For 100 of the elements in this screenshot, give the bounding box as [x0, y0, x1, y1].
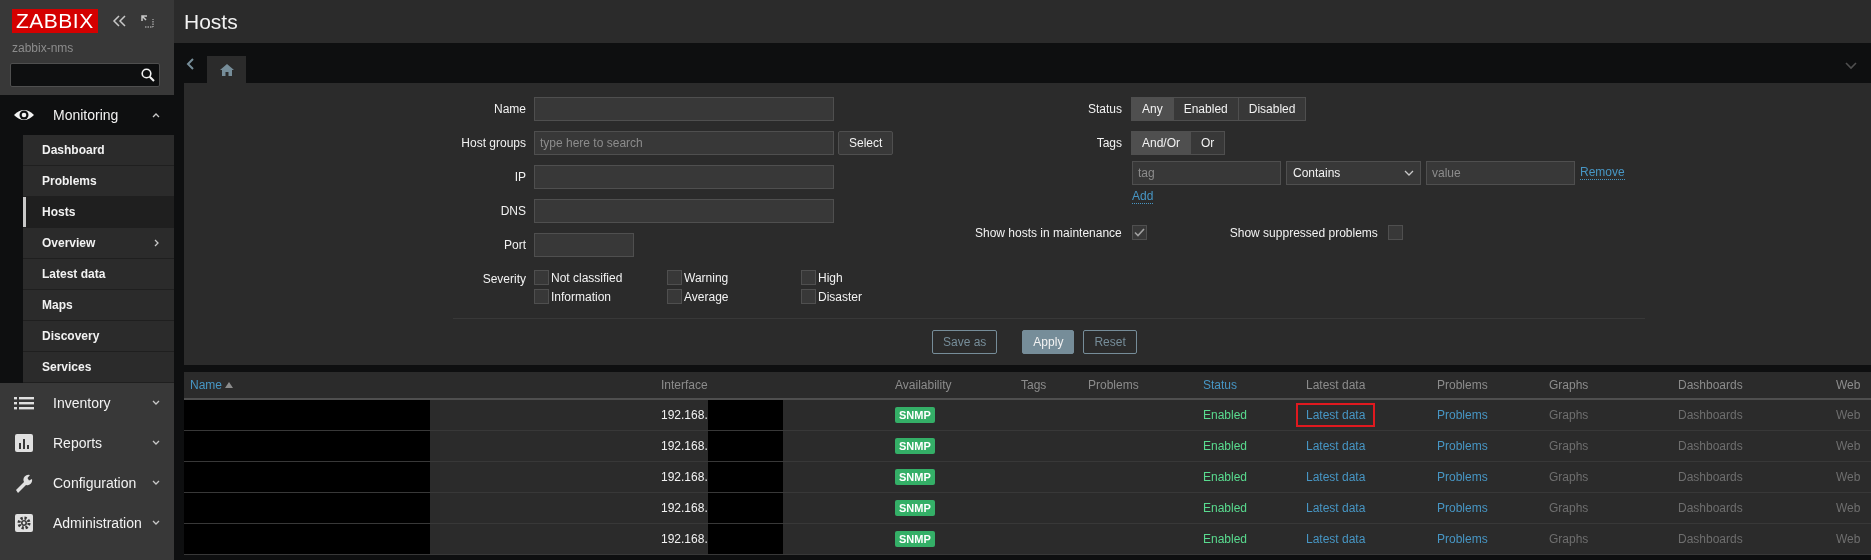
filter-button[interactable]: Apply	[1022, 330, 1075, 354]
status-link[interactable]: Enabled	[1203, 501, 1248, 515]
column-header: Availability	[895, 378, 952, 392]
column-header[interactable]: Name	[190, 378, 222, 392]
menu-item[interactable]: Inventory	[0, 383, 174, 423]
checkbox-label: Information	[551, 289, 612, 304]
availability-badge: SNMP	[895, 531, 935, 547]
submenu-item[interactable]: Problems	[23, 166, 174, 197]
column-header: Problems	[1088, 378, 1139, 392]
server-name: zabbix-nms	[12, 41, 74, 55]
menu-item[interactable]: Monitoring	[0, 95, 174, 135]
checkbox[interactable]	[1387, 225, 1403, 240]
input-field[interactable]	[534, 233, 634, 257]
table-link[interactable]: Problems	[1437, 408, 1488, 422]
status-link[interactable]: Enabled	[1203, 470, 1248, 484]
checkbox[interactable]	[801, 289, 816, 304]
field-label: Status	[1087, 101, 1122, 118]
segment-button[interactable]: Disabled	[1237, 97, 1307, 121]
field-label: Host groups	[461, 135, 526, 152]
checkbox[interactable]	[534, 270, 549, 285]
status-link[interactable]: Enabled	[1203, 439, 1248, 453]
submenu-item[interactable]: Hosts	[23, 197, 174, 228]
operator-dropdown[interactable]: Contains	[1286, 161, 1421, 185]
chevron-down-icon	[152, 520, 160, 526]
column-header: Graphs	[1549, 378, 1589, 392]
checkbox-label: Average	[684, 289, 729, 304]
checkbox[interactable]	[801, 270, 816, 285]
checkbox[interactable]	[534, 289, 549, 304]
checkbox[interactable]	[1131, 225, 1147, 240]
select-button[interactable]: Select	[838, 131, 894, 155]
input-field[interactable]	[534, 199, 834, 223]
table-link[interactable]: Latest data	[1298, 405, 1374, 425]
table-cell: 192.168.	[661, 470, 708, 484]
field-label: Severity	[482, 271, 526, 288]
chevron-down-icon	[152, 440, 160, 446]
filter-button[interactable]: Reset	[1083, 330, 1137, 354]
input-field[interactable]	[534, 165, 834, 189]
field-label: DNS	[500, 203, 526, 220]
chevron-down-icon	[152, 480, 160, 486]
field-label: Name	[494, 101, 526, 118]
search-field[interactable]	[10, 63, 160, 87]
filter-button[interactable]: Save as	[932, 330, 998, 354]
checkbox[interactable]	[667, 289, 682, 304]
status-link[interactable]: Enabled	[1203, 408, 1248, 422]
tag-field[interactable]: tag	[1132, 161, 1281, 185]
column-header: Tags	[1021, 378, 1047, 392]
submenu-item[interactable]: Discovery	[23, 321, 174, 352]
menu-item[interactable]: Configuration	[0, 463, 174, 503]
table-link[interactable]: Problems	[1437, 470, 1488, 484]
table-link[interactable]: Latest data	[1306, 532, 1366, 546]
checkbox-label: Not classified	[551, 270, 623, 285]
column-header[interactable]: Status	[1203, 378, 1238, 392]
submenu-item[interactable]: Dashboard	[23, 135, 174, 166]
chevron-left-icon[interactable]	[186, 58, 194, 70]
checkbox-label: High	[818, 270, 843, 285]
checkbox-label: Show hosts in maintenance	[975, 225, 1122, 240]
menu-item[interactable]: Administration	[0, 503, 174, 543]
availability-badge: SNMP	[895, 407, 935, 423]
chevron-down-icon[interactable]	[1845, 62, 1857, 70]
table-link[interactable]: Problems	[1437, 501, 1488, 515]
table-link[interactable]: Problems	[1437, 532, 1488, 546]
availability-badge: SNMP	[895, 500, 935, 516]
table-link[interactable]: Latest data	[1306, 439, 1366, 453]
menu-item[interactable]: Reports	[0, 423, 174, 463]
search-icon[interactable]	[141, 68, 155, 82]
add-link[interactable]: Add	[1132, 189, 1154, 204]
field-label: Port	[504, 237, 526, 254]
table-link[interactable]: Latest data	[1306, 470, 1366, 484]
home-tab[interactable]	[207, 56, 246, 83]
field-label: Tags	[1096, 135, 1122, 152]
submenu-item[interactable]: Latest data	[23, 259, 174, 290]
home-icon	[219, 63, 234, 76]
column-header: Latest data	[1306, 378, 1366, 392]
chevron-down-icon	[1404, 170, 1414, 176]
table-link[interactable]: Latest data	[1306, 501, 1366, 515]
checkbox-label: Warning	[684, 270, 729, 285]
bar-chart-icon	[12, 433, 36, 453]
gear-icon	[12, 513, 36, 533]
expand-icon[interactable]	[140, 14, 154, 28]
segment-button[interactable]: Enabled	[1172, 97, 1239, 121]
checkbox[interactable]	[667, 270, 682, 285]
table-cell: 192.168.	[661, 439, 708, 453]
submenu-item[interactable]: Services	[23, 352, 174, 383]
host-groups-field[interactable]: type here to search	[534, 131, 834, 155]
submenu-item[interactable]: Maps	[23, 290, 174, 321]
submenu-item[interactable]: Overview	[23, 228, 174, 259]
column-header: Problems	[1437, 378, 1488, 392]
status-link[interactable]: Enabled	[1203, 532, 1248, 546]
page-title: Hosts	[184, 9, 238, 34]
segment-button[interactable]: And/Or	[1131, 131, 1191, 155]
input-field[interactable]	[534, 97, 834, 121]
checkbox-label: Disaster	[818, 289, 862, 304]
zabbix-logo[interactable]: ZABBIX	[12, 9, 98, 33]
remove-link[interactable]: Remove	[1580, 166, 1625, 180]
segment-button[interactable]: Any	[1131, 97, 1174, 121]
table-link[interactable]: Problems	[1437, 439, 1488, 453]
value-field[interactable]: value	[1426, 161, 1575, 185]
collapse-icon[interactable]	[111, 15, 127, 27]
column-header: Interface	[661, 378, 708, 392]
segment-button[interactable]: Or	[1190, 131, 1226, 155]
